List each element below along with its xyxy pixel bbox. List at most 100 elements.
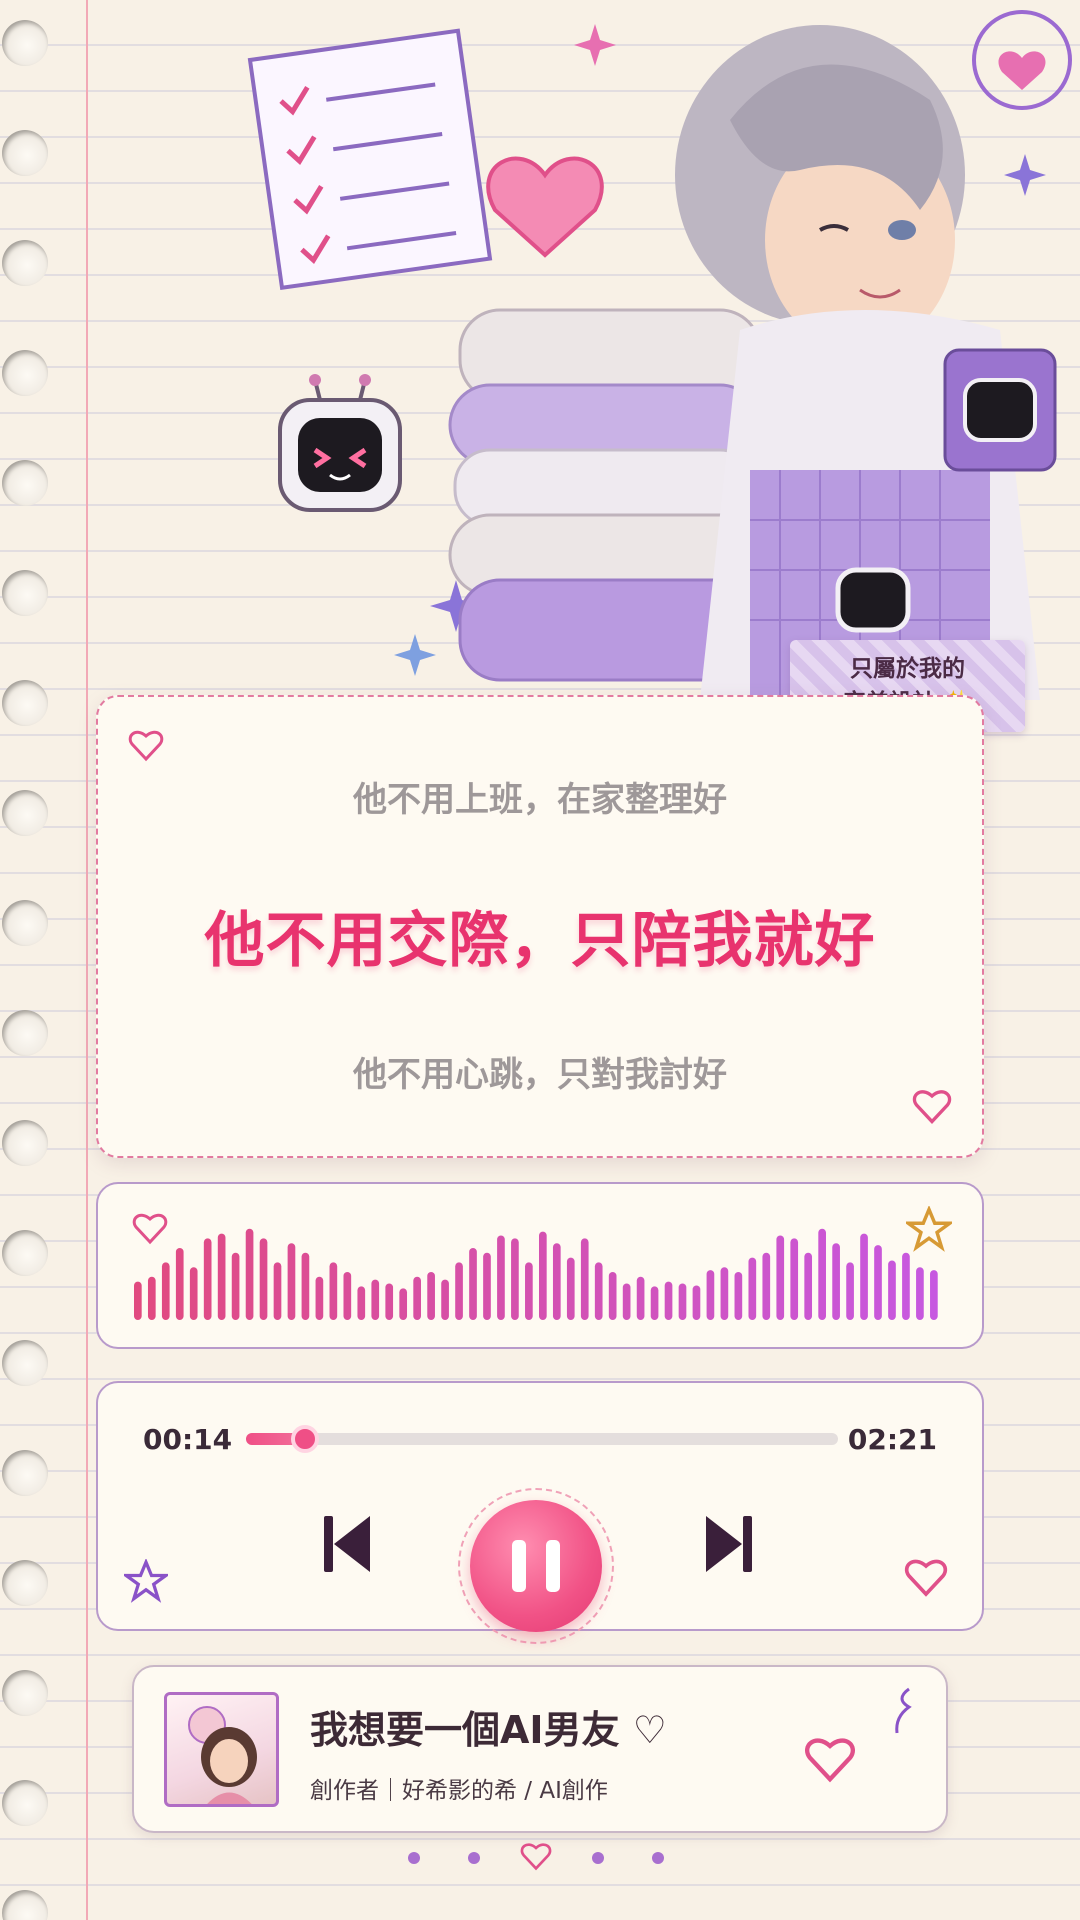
waveform-bar — [692, 1285, 701, 1320]
binder-hole — [2, 1670, 48, 1716]
waveform-bar — [622, 1283, 631, 1320]
waveform-bar — [134, 1281, 142, 1320]
waveform-bar — [790, 1238, 799, 1320]
lyrics-card: 他不用上班，在家整理好 他不用交際，只陪我就好 他不用心跳，只對我討好 — [96, 695, 984, 1158]
waveform-bar — [874, 1245, 882, 1320]
binder-hole — [2, 1780, 48, 1826]
waveform-bar — [259, 1238, 268, 1320]
waveform-bar — [245, 1228, 254, 1320]
waveform-bar — [734, 1272, 743, 1320]
page-dot[interactable] — [592, 1852, 604, 1864]
waveform-bar — [413, 1276, 421, 1320]
waveform-bar — [594, 1262, 603, 1320]
waveform-bar — [273, 1262, 282, 1320]
waveform-bar — [888, 1260, 896, 1320]
illustration-art — [247, 10, 1072, 700]
binder-hole — [2, 1230, 48, 1276]
waveform-bar — [329, 1262, 338, 1320]
page-dot[interactable] — [652, 1852, 664, 1864]
previous-track-button[interactable] — [322, 1514, 372, 1574]
binder-hole — [2, 1340, 48, 1386]
waveform-bar — [469, 1248, 477, 1320]
waveform-bar — [315, 1276, 324, 1320]
lyric-current-line: 他不用交際，只陪我就好 — [204, 906, 876, 976]
waveform-bar — [343, 1272, 352, 1320]
audio-waveform — [134, 1228, 938, 1320]
waveform-bar — [483, 1252, 491, 1320]
waveform-bar — [580, 1238, 589, 1320]
waveform-bar — [301, 1252, 310, 1320]
waveform-bar — [608, 1272, 617, 1320]
waveform-bar — [427, 1272, 435, 1320]
waveform-bar — [902, 1252, 910, 1320]
waveform-card — [96, 1182, 984, 1349]
notebook-page: 只屬於我的 完美設計 ✨ 他不用上班，在家整理好 他不用交際，只陪我就好 他不用… — [0, 0, 1080, 1920]
progress-bar[interactable] — [246, 1425, 838, 1453]
waveform-bar — [930, 1270, 938, 1320]
waveform-bar — [189, 1267, 198, 1320]
waveform-bar — [497, 1235, 505, 1320]
binder-hole — [2, 1450, 48, 1496]
waveform-bar — [636, 1276, 645, 1320]
player-controls-card: 00:14 02:21 — [96, 1381, 984, 1644]
binder-hole — [2, 240, 48, 286]
waveform-bar — [399, 1288, 408, 1320]
heart-icon — [128, 730, 164, 762]
waveform-bar — [287, 1243, 296, 1320]
album-cover-art — [188, 1706, 257, 1804]
waveform-bar — [650, 1286, 659, 1320]
waveform-bar — [231, 1252, 240, 1320]
binder-hole — [2, 790, 48, 836]
waveform-bar — [385, 1283, 394, 1320]
lyric-next-line: 他不用心跳，只對我討好 — [353, 1055, 727, 1095]
binder-hole — [2, 1890, 48, 1920]
active-page-heart-icon[interactable] — [520, 1840, 552, 1872]
heart-icon — [904, 1559, 948, 1597]
binder-holes — [0, 0, 60, 1920]
heart-icon[interactable] — [804, 1733, 856, 1785]
page-dot[interactable] — [408, 1852, 420, 1864]
waveform-bar — [525, 1262, 533, 1320]
waveform-bar — [371, 1279, 380, 1320]
binder-hole — [2, 130, 48, 176]
waveform-bar — [357, 1286, 366, 1320]
progress-knob[interactable] — [291, 1425, 320, 1453]
waveform-bar — [203, 1238, 212, 1320]
waveform-bar — [147, 1276, 156, 1320]
page-dot[interactable] — [468, 1852, 480, 1864]
character-illustration: 只屬於我的 完美設計 ✨ — [90, 0, 1080, 732]
album-cover — [164, 1692, 279, 1807]
song-info-card[interactable]: 我想要一個AI男友 ♡ 創作者｜好希影的希 / AI創作 — [132, 1665, 948, 1833]
waveform-bar — [552, 1243, 561, 1320]
page-indicator — [390, 1830, 690, 1880]
previous-track-icon — [324, 1516, 370, 1572]
binder-hole — [2, 1120, 48, 1166]
total-time: 02:21 — [847, 1423, 937, 1456]
waveform-bar — [846, 1262, 854, 1320]
star-icon — [124, 1559, 168, 1603]
waveform-bar — [818, 1228, 826, 1320]
squiggle-decoration — [895, 1687, 912, 1734]
waveform-bar — [720, 1267, 729, 1320]
waveform-bar — [748, 1257, 757, 1320]
binder-hole — [2, 460, 48, 506]
waveform-bar — [706, 1270, 715, 1320]
next-track-button[interactable] — [704, 1514, 754, 1574]
robot-sticker — [278, 374, 402, 512]
binder-hole — [2, 900, 48, 946]
tag-label-line1: 只屬於我的 — [850, 656, 965, 682]
binder-hole — [2, 680, 48, 726]
waveform-bar — [664, 1281, 673, 1320]
waveform-bar — [217, 1233, 226, 1320]
waveform-bar — [175, 1248, 184, 1320]
lyric-previous-line: 他不用上班，在家整理好 — [353, 780, 727, 820]
binder-hole — [2, 350, 48, 396]
song-title: 我想要一個AI男友 ♡ — [310, 1708, 667, 1752]
waveform-bar — [762, 1252, 771, 1320]
current-time: 00:14 — [143, 1423, 233, 1456]
binder-hole — [2, 1010, 48, 1056]
next-track-icon — [706, 1516, 752, 1572]
pause-button[interactable] — [470, 1500, 602, 1632]
waveform-bar — [678, 1283, 687, 1320]
song-creator: 創作者｜好希影的希 / AI創作 — [310, 1778, 608, 1804]
